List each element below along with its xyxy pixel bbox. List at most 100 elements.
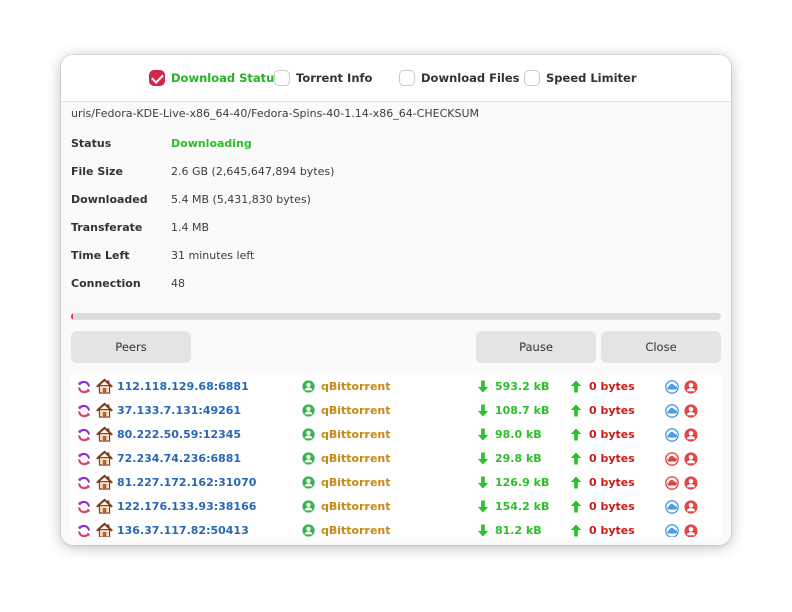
- home-icon: [96, 378, 113, 394]
- peer-client: qBittorrent: [321, 524, 391, 537]
- checkbox-icon[interactable]: [524, 70, 540, 86]
- tab-bar: Download Status Torrent Info Download Fi…: [61, 55, 731, 102]
- peer-row[interactable]: 37.133.7.131:49261 qBittorrent 108.7 kB 0 b…: [71, 399, 721, 423]
- tab-label: Speed Limiter: [546, 71, 637, 85]
- connection-value: 48: [171, 277, 185, 290]
- peer-client: qBittorrent: [321, 404, 391, 417]
- cloud-icon: [665, 428, 679, 442]
- arrow-up-icon: [570, 428, 582, 441]
- arrow-down-icon: [477, 476, 489, 489]
- user-green-icon: [302, 428, 315, 441]
- transferate-label: Transferate: [71, 221, 143, 234]
- sync-icon: [77, 380, 91, 394]
- peer-download-speed: 98.0 kB: [495, 428, 542, 441]
- home-icon: [96, 426, 113, 442]
- user-red-icon: [684, 428, 698, 442]
- cloud-icon: [665, 500, 679, 514]
- arrow-up-icon: [570, 524, 582, 537]
- peer-row[interactable]: 72.234.74.236:6881 qBittorrent 29.8 kB 0 by…: [71, 447, 721, 471]
- peer-address: 122.176.133.93:38166: [117, 500, 257, 513]
- arrow-down-icon: [477, 524, 489, 537]
- peer-address: 72.234.74.236:6881: [117, 452, 242, 465]
- status-label: Status: [71, 137, 112, 150]
- peer-address: 112.118.129.68:6881: [117, 380, 249, 393]
- time-left-label: Time Left: [71, 249, 130, 262]
- cloud-icon: [665, 524, 679, 537]
- peer-row[interactable]: 81.227.172.162:31070 qBittorrent 126.9 kB 0…: [71, 471, 721, 495]
- sync-icon: [77, 500, 91, 514]
- cloud-icon: [665, 380, 679, 394]
- home-icon: [96, 402, 113, 418]
- user-red-icon: [684, 500, 698, 514]
- home-icon: [96, 450, 113, 466]
- peer-address: 81.227.172.162:31070: [117, 476, 257, 489]
- arrow-down-icon: [477, 404, 489, 417]
- cloud-icon: [665, 404, 679, 418]
- close-button[interactable]: Close: [601, 331, 721, 363]
- user-green-icon: [302, 524, 315, 537]
- peer-download-speed: 126.9 kB: [495, 476, 550, 489]
- peer-address: 136.37.117.82:50413: [117, 524, 249, 537]
- cloud-red-icon: [665, 452, 679, 466]
- peer-upload-speed: 0 bytes: [589, 380, 635, 393]
- peer-client: qBittorrent: [321, 500, 391, 513]
- peer-client: qBittorrent: [321, 428, 391, 441]
- checkbox-icon[interactable]: [274, 70, 290, 86]
- tab-torrent-info[interactable]: Torrent Info: [274, 68, 372, 88]
- sync-icon: [77, 476, 91, 490]
- arrow-down-icon: [477, 428, 489, 441]
- user-red-icon: [684, 524, 698, 537]
- tab-label: Download Status: [171, 71, 282, 85]
- arrow-up-icon: [570, 476, 582, 489]
- home-icon: [96, 498, 113, 514]
- peer-upload-speed: 0 bytes: [589, 428, 635, 441]
- user-red-icon: [684, 452, 698, 466]
- home-icon: [96, 474, 113, 490]
- peer-download-speed: 154.2 kB: [495, 500, 550, 513]
- tab-download-files[interactable]: Download Files: [399, 68, 519, 88]
- sync-icon: [77, 404, 91, 418]
- tab-label: Torrent Info: [296, 71, 373, 85]
- arrow-down-icon: [477, 380, 489, 393]
- peer-upload-speed: 0 bytes: [589, 404, 635, 417]
- peer-row[interactable]: 112.118.129.68:6881 qBittorrent 593.2 kB 0 …: [71, 375, 721, 399]
- user-green-icon: [302, 404, 315, 417]
- peer-row[interactable]: 122.176.133.93:38166 qBittorrent 154.2 kB 0…: [71, 495, 721, 519]
- peer-upload-speed: 0 bytes: [589, 476, 635, 489]
- cloud-red-icon: [665, 476, 679, 490]
- peer-client: qBittorrent: [321, 476, 391, 489]
- peer-upload-speed: 0 bytes: [589, 524, 635, 537]
- peer-download-speed: 81.2 kB: [495, 524, 542, 537]
- sync-icon: [77, 524, 91, 537]
- peer-client: qBittorrent: [321, 380, 391, 393]
- peer-row[interactable]: 136.37.117.82:50413 qBittorrent 81.2 kB 0 b…: [71, 519, 721, 537]
- download-progress-bar: [71, 313, 721, 320]
- file-size-label: File Size: [71, 165, 123, 178]
- user-green-icon: [302, 476, 315, 489]
- user-green-icon: [302, 380, 315, 393]
- tab-label: Download Files: [421, 71, 520, 85]
- arrow-down-icon: [477, 452, 489, 465]
- peer-address: 80.222.50.59:12345: [117, 428, 242, 441]
- peers-list: 112.118.129.68:6881 qBittorrent 593.2 kB 0 …: [71, 375, 721, 537]
- time-left-value: 31 minutes left: [171, 249, 255, 262]
- progress-fill: [71, 313, 73, 320]
- peer-row[interactable]: 80.222.50.59:12345 qBittorrent 98.0 kB 0 by…: [71, 423, 721, 447]
- peer-download-speed: 593.2 kB: [495, 380, 550, 393]
- checkbox-icon[interactable]: [399, 70, 415, 86]
- status-value: Downloading: [171, 137, 252, 150]
- checkbox-checked-icon[interactable]: [149, 70, 165, 86]
- peer-client: qBittorrent: [321, 452, 391, 465]
- pause-button[interactable]: Pause: [476, 331, 596, 363]
- arrow-down-icon: [477, 500, 489, 513]
- tab-download-status[interactable]: Download Status: [149, 68, 281, 88]
- peer-download-speed: 108.7 kB: [495, 404, 550, 417]
- transferate-value: 1.4 MB: [171, 221, 210, 234]
- arrow-up-icon: [570, 452, 582, 465]
- peers-button[interactable]: Peers: [71, 331, 191, 363]
- user-red-icon: [684, 404, 698, 418]
- tab-speed-limiter[interactable]: Speed Limiter: [524, 68, 637, 88]
- arrow-up-icon: [570, 404, 582, 417]
- arrow-up-icon: [570, 380, 582, 393]
- download-uri: uris/Fedora-KDE-Live-x86_64-40/Fedora-Sp…: [71, 107, 479, 120]
